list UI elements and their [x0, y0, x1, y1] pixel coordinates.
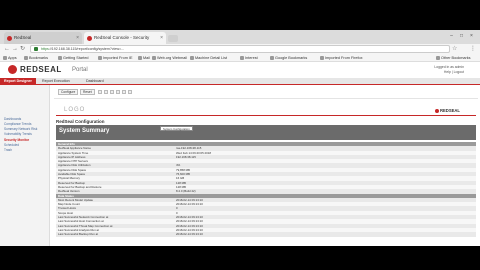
- summary-header: System Summary System Configuration: [56, 125, 476, 140]
- summary-title: System Summary: [59, 128, 110, 134]
- main-content: Configure Reset LOGO REDSEAL RedSeal Con…: [52, 85, 480, 246]
- report-config-title: RedSeal Configuration: [56, 119, 105, 124]
- sidebar-item-compliance[interactable]: Compliance Trends: [4, 122, 31, 126]
- screen: RedSeal × RedSeal Console - Security × –…: [0, 30, 480, 246]
- page-icon: [152, 56, 156, 60]
- bookmark-item[interactable]: Apps: [3, 54, 17, 62]
- page-icon: [240, 56, 244, 60]
- last-page-icon[interactable]: [116, 90, 120, 94]
- summary-table: General Info RedSeal Appliance Name rsa-19…: [56, 142, 476, 237]
- next-page-icon[interactable]: [110, 90, 114, 94]
- browser-menu-icon[interactable]: ⋮: [470, 45, 476, 53]
- bookmarks-bar: Apps Bookmarks Getting Started Imported …: [0, 54, 480, 62]
- sidebar-item-vulnerability[interactable]: Vulnerability Trends: [4, 132, 32, 136]
- bookmark-star-icon[interactable]: ☆: [452, 45, 457, 53]
- reset-button[interactable]: Reset: [80, 89, 95, 95]
- app-nav: Report Designer Report Execution Dashboa…: [0, 78, 480, 85]
- report-logo-placeholder: LOGO: [64, 107, 86, 113]
- bookmark-item[interactable]: Bookmarks: [24, 54, 48, 62]
- export-icon[interactable]: [122, 90, 126, 94]
- tooltip: System Configuration: [160, 126, 193, 131]
- redseal-logo-icon: [434, 108, 439, 113]
- row-value: 2018-02-14 09:13:10: [176, 232, 203, 237]
- folder-icon: [436, 56, 440, 60]
- user-line: Logged in as admin: [434, 65, 464, 69]
- address-bar-row: ← → ↻ https://192.168.38.115/report/conf…: [0, 44, 480, 54]
- new-tab-button[interactable]: [168, 35, 178, 42]
- forward-arrow-icon[interactable]: →: [12, 45, 18, 53]
- sidebar-item-trash[interactable]: Trash: [4, 148, 12, 152]
- mail-icon: [138, 56, 142, 60]
- tab-label: RedSeal Console - Security: [94, 35, 150, 40]
- tab-report-execution[interactable]: Report Execution: [38, 78, 74, 85]
- app-logo-text: REDSEAL: [20, 65, 62, 74]
- close-window-icon[interactable]: ×: [468, 33, 475, 39]
- minimize-icon[interactable]: –: [448, 33, 455, 39]
- bookmark-item[interactable]: Google Bookmarks: [270, 54, 307, 62]
- tab-label: RedSeal: [14, 35, 32, 40]
- bookmark-item[interactable]: Mail: [138, 54, 150, 62]
- back-arrow-icon[interactable]: ←: [4, 45, 10, 53]
- table-row: Last Successful Backup Run at 2018-02-14 …: [56, 232, 476, 237]
- report-divider: [56, 115, 476, 116]
- page-icon: [190, 56, 194, 60]
- bookmark-item[interactable]: Other Bookmarks: [436, 54, 471, 62]
- close-tab-icon[interactable]: ×: [76, 32, 79, 44]
- bookmark-item[interactable]: Interest: [240, 54, 258, 62]
- user-info: Logged in as admin Help | Logout: [434, 65, 464, 74]
- bookmark-item[interactable]: Machine Detail List: [190, 54, 227, 62]
- app-header: REDSEAL Portal Logged in as admin Help |…: [0, 62, 480, 78]
- redseal-favicon-icon: [7, 36, 12, 41]
- sidebar-item-security-monitor[interactable]: Security Monitor: [4, 138, 29, 142]
- redseal-favicon-icon: [87, 36, 92, 41]
- row-key: Last Successful Backup Run at: [58, 232, 99, 237]
- url-input[interactable]: https://192.168.38.115/report/config/sys…: [30, 45, 450, 53]
- folder-icon: [98, 56, 102, 60]
- app-logo-subtitle: Portal: [72, 67, 88, 73]
- tab-dashboard[interactable]: Dashboard: [82, 78, 108, 85]
- folder-icon: [24, 56, 28, 60]
- sidebar-item-dashboards[interactable]: Dashboards: [4, 117, 21, 121]
- apps-icon: [3, 56, 7, 60]
- reload-icon[interactable]: ↻: [20, 45, 25, 53]
- maximize-icon[interactable]: □: [458, 33, 465, 39]
- browser-tab-console[interactable]: RedSeal Console - Security ×: [84, 32, 166, 44]
- report-toolbar: Configure Reset: [54, 88, 478, 99]
- bookmark-item[interactable]: Getting Started: [58, 54, 89, 62]
- page-icon: [58, 56, 62, 60]
- user-links[interactable]: Help | Logout: [434, 70, 464, 75]
- sidebar: Dashboards Compliance Trends Summary Net…: [0, 85, 50, 246]
- tab-report-designer[interactable]: Report Designer: [0, 78, 36, 85]
- report-page: LOGO REDSEAL RedSeal Configuration Syste…: [54, 99, 478, 246]
- folder-icon: [320, 56, 324, 60]
- close-tab-icon[interactable]: ×: [160, 32, 163, 44]
- google-icon: [270, 56, 274, 60]
- browser-tab-strip: RedSeal × RedSeal Console - Security × –…: [0, 30, 480, 44]
- lock-icon: [34, 47, 38, 51]
- bookmark-item[interactable]: Imported From Firefox: [320, 54, 363, 62]
- first-page-icon[interactable]: [98, 90, 102, 94]
- sidebar-item-scheduled[interactable]: Scheduled: [4, 143, 19, 147]
- report-brand: REDSEAL: [434, 108, 460, 113]
- browser-tab-redseal[interactable]: RedSeal ×: [4, 32, 82, 44]
- sidebar-item-network-risk[interactable]: Summary Network Risk: [4, 127, 37, 131]
- bookmark-item[interactable]: Imported From IE: [98, 54, 133, 62]
- prev-page-icon[interactable]: [104, 90, 108, 94]
- redseal-logo-icon: [8, 65, 17, 74]
- bookmark-item[interactable]: Web.org Webmail: [152, 54, 187, 62]
- url-path: ://192.168.38.115/report/config/system?v…: [48, 47, 125, 51]
- configure-button[interactable]: Configure: [58, 89, 79, 95]
- print-icon[interactable]: [128, 90, 132, 94]
- url-scheme: https: [41, 47, 49, 51]
